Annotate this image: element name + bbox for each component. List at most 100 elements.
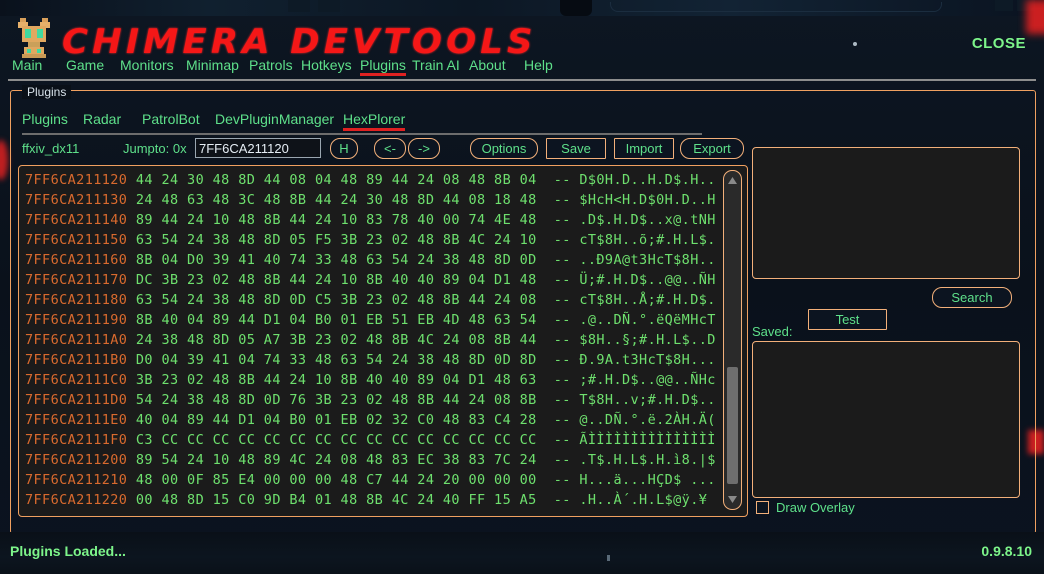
hex-row[interactable]: 7FF6CA2111D0 54 24 38 48 8D 0D 76 3B 23 … bbox=[25, 390, 716, 410]
menu-active-indicator bbox=[360, 73, 406, 76]
menu-item-label: Monitors bbox=[120, 57, 174, 73]
options-button[interactable]: Options bbox=[470, 138, 538, 159]
menu-item-plugins[interactable]: Plugins bbox=[360, 57, 406, 76]
status-message: Plugins Loaded... bbox=[10, 543, 126, 559]
hex-row-address: 7FF6CA211130 bbox=[25, 192, 128, 208]
hex-row-separator: -- bbox=[553, 452, 571, 468]
hex-row-ascii: cT$8H..Å;#.H.D$. bbox=[579, 292, 716, 308]
hex-row[interactable]: 7FF6CA211210 48 00 0F 85 E4 00 00 00 48 … bbox=[25, 470, 716, 490]
menu-item-game[interactable]: Game bbox=[66, 57, 104, 73]
save-button[interactable]: Save bbox=[546, 138, 606, 159]
hex-row[interactable]: 7FF6CA211170 DC 3B 23 02 48 8B 44 24 10 … bbox=[25, 270, 716, 290]
decor-notch-1 bbox=[288, 0, 310, 12]
menu-item-train-ai[interactable]: Train AI bbox=[412, 57, 460, 73]
hex-row-address: 7FF6CA2111E0 bbox=[25, 412, 128, 428]
menu-item-hotkeys[interactable]: Hotkeys bbox=[301, 57, 352, 73]
hex-row-bytes: 44 24 30 48 8D 44 08 04 48 89 44 24 08 4… bbox=[135, 172, 537, 188]
scroll-up-icon[interactable] bbox=[724, 173, 741, 189]
decor-notch-3 bbox=[560, 0, 592, 16]
app-header: CHIMERA DEVTOOLS CLOSE bbox=[0, 16, 1044, 62]
hex-row[interactable]: 7FF6CA211180 63 54 24 38 48 8D 0D C5 3B … bbox=[25, 290, 716, 310]
test-button[interactable]: Test bbox=[808, 309, 887, 330]
hex-dump-rows: 7FF6CA211120 44 24 30 48 8D 44 08 04 48 … bbox=[25, 170, 716, 510]
hex-row-separator: -- bbox=[553, 332, 571, 348]
hex-row-separator: -- bbox=[553, 252, 571, 268]
hex-row-ascii: .@..DÑ.°.ëQëMHcT bbox=[579, 312, 716, 328]
hex-row[interactable]: 7FF6CA211200 89 54 24 10 48 89 4C 24 08 … bbox=[25, 450, 716, 470]
hex-row[interactable]: 7FF6CA211130 24 48 63 48 3C 48 8B 44 24 … bbox=[25, 190, 716, 210]
hex-row-address: 7FF6CA2111B0 bbox=[25, 352, 128, 368]
search-results-box[interactable] bbox=[752, 147, 1020, 279]
tab-plugins[interactable]: Plugins bbox=[22, 111, 68, 127]
hex-row-ascii: $HcH<H.D$0H.D..H bbox=[579, 192, 716, 208]
hex-row-ascii: D$0H.D..H.D$.H.. bbox=[579, 172, 716, 188]
hex-row-address: 7FF6CA211160 bbox=[25, 252, 128, 268]
decor-arc bbox=[610, 2, 942, 12]
menu-item-patrols[interactable]: Patrols bbox=[249, 57, 293, 73]
menu-item-main[interactable]: Main bbox=[12, 57, 42, 73]
hex-scrollbar[interactable] bbox=[723, 170, 742, 510]
hex-row-address: 7FF6CA211120 bbox=[25, 172, 128, 188]
nav-forward-button[interactable]: -> bbox=[408, 138, 440, 159]
hex-row-ascii: .D$.H.D$..x@.tNH bbox=[579, 212, 716, 228]
search-button[interactable]: Search bbox=[932, 287, 1012, 308]
saved-list-box[interactable] bbox=[752, 341, 1020, 498]
hex-row-bytes: 8B 04 D0 39 41 40 74 33 48 63 54 24 38 4… bbox=[135, 252, 537, 268]
menu-item-minimap[interactable]: Minimap bbox=[186, 57, 239, 73]
hex-row-address: 7FF6CA211140 bbox=[25, 212, 128, 228]
hex-row-ascii: Ü;#.H.D$..@@..ÑH bbox=[579, 272, 716, 288]
close-button[interactable]: CLOSE bbox=[972, 35, 1026, 52]
decor-notch-4 bbox=[995, 0, 1013, 11]
tab-active-indicator bbox=[343, 128, 406, 131]
hex-row[interactable]: 7FF6CA2111E0 40 04 89 44 D1 04 B0 01 EB … bbox=[25, 410, 716, 430]
hex-row-separator: -- bbox=[553, 272, 571, 288]
hex-row-bytes: 8B 40 04 89 44 D1 04 B0 01 EB 51 EB 4D 4… bbox=[135, 312, 537, 328]
hex-row-address: 7FF6CA2111D0 bbox=[25, 392, 128, 408]
jumpto-input[interactable] bbox=[195, 138, 321, 158]
hex-row-separator: -- bbox=[553, 172, 571, 188]
hex-toggle-button[interactable]: H bbox=[330, 138, 358, 159]
nav-back-button[interactable]: <- bbox=[374, 138, 406, 159]
tab-devpluginmanager[interactable]: DevPluginManager bbox=[215, 111, 334, 127]
hex-row[interactable]: 7FF6CA211120 44 24 30 48 8D 44 08 04 48 … bbox=[25, 170, 716, 190]
hex-dump-view[interactable]: 7FF6CA211120 44 24 30 48 8D 44 08 04 48 … bbox=[18, 165, 748, 517]
import-button[interactable]: Import bbox=[614, 138, 674, 159]
hex-row[interactable]: 7FF6CA211220 00 48 8D 15 C0 9D B4 01 48 … bbox=[25, 490, 716, 510]
export-button[interactable]: Export bbox=[680, 138, 744, 159]
menu-item-label: Hotkeys bbox=[301, 57, 352, 73]
draw-overlay-label: Draw Overlay bbox=[776, 500, 855, 515]
hex-row[interactable]: 7FF6CA211150 63 54 24 38 48 8D 05 F5 3B … bbox=[25, 230, 716, 250]
draw-overlay-checkbox-row[interactable]: Draw Overlay bbox=[756, 500, 855, 515]
tab-hexplorer[interactable]: HexPlorer bbox=[343, 111, 406, 131]
tab-radar[interactable]: Radar bbox=[83, 111, 121, 127]
tab-label: DevPluginManager bbox=[215, 111, 335, 127]
hex-row[interactable]: 7FF6CA211160 8B 04 D0 39 41 40 74 33 48 … bbox=[25, 250, 716, 270]
hex-row-ascii: @..DÑ.°.ë.2ÀH.Ä( bbox=[579, 412, 716, 428]
menu-item-label: Patrols bbox=[249, 57, 293, 73]
hex-row-ascii: Ð.9A.t3HcT$8H... bbox=[579, 352, 716, 368]
hex-row[interactable]: 7FF6CA2111A0 24 38 48 8D 05 A7 3B 23 02 … bbox=[25, 330, 716, 350]
scrollbar-thumb[interactable] bbox=[727, 367, 738, 484]
hex-row-bytes: C3 CC CC CC CC CC CC CC CC CC CC CC CC C… bbox=[135, 432, 537, 448]
draw-overlay-checkbox[interactable] bbox=[756, 501, 769, 514]
hex-row-address: 7FF6CA211190 bbox=[25, 312, 128, 328]
menu-item-about[interactable]: About bbox=[469, 57, 506, 73]
tab-label: Radar bbox=[83, 111, 122, 127]
tab-patrolbot[interactable]: PatrolBot bbox=[142, 111, 200, 127]
hex-row-ascii: T$8H..v;#.H.D$.. bbox=[579, 392, 716, 408]
hex-row-ascii: .T$.H.L$.H.ì8.|$ bbox=[579, 452, 716, 468]
scroll-down-icon[interactable] bbox=[724, 491, 741, 507]
hex-row-separator: -- bbox=[553, 212, 571, 228]
hex-row[interactable]: 7FF6CA211140 89 44 24 10 48 8B 44 24 10 … bbox=[25, 210, 716, 230]
hex-row[interactable]: 7FF6CA2111B0 D0 04 39 41 04 74 33 48 63 … bbox=[25, 350, 716, 370]
hex-row[interactable]: 7FF6CA211190 8B 40 04 89 44 D1 04 B0 01 … bbox=[25, 310, 716, 330]
menu-item-help[interactable]: Help bbox=[524, 57, 553, 73]
menu-item-monitors[interactable]: Monitors bbox=[120, 57, 174, 73]
hex-row-separator: -- bbox=[553, 432, 571, 448]
hex-row-separator: -- bbox=[553, 352, 571, 368]
hex-row[interactable]: 7FF6CA2111F0 C3 CC CC CC CC CC CC CC CC … bbox=[25, 430, 716, 450]
process-name-label: ffxiv_dx11 bbox=[22, 141, 80, 156]
hex-row[interactable]: 7FF6CA2111C0 3B 23 02 48 8B 44 24 10 8B … bbox=[25, 370, 716, 390]
hex-row-ascii: H...ä...HÇD$ ... bbox=[579, 472, 716, 488]
hex-row-separator: -- bbox=[553, 372, 571, 388]
